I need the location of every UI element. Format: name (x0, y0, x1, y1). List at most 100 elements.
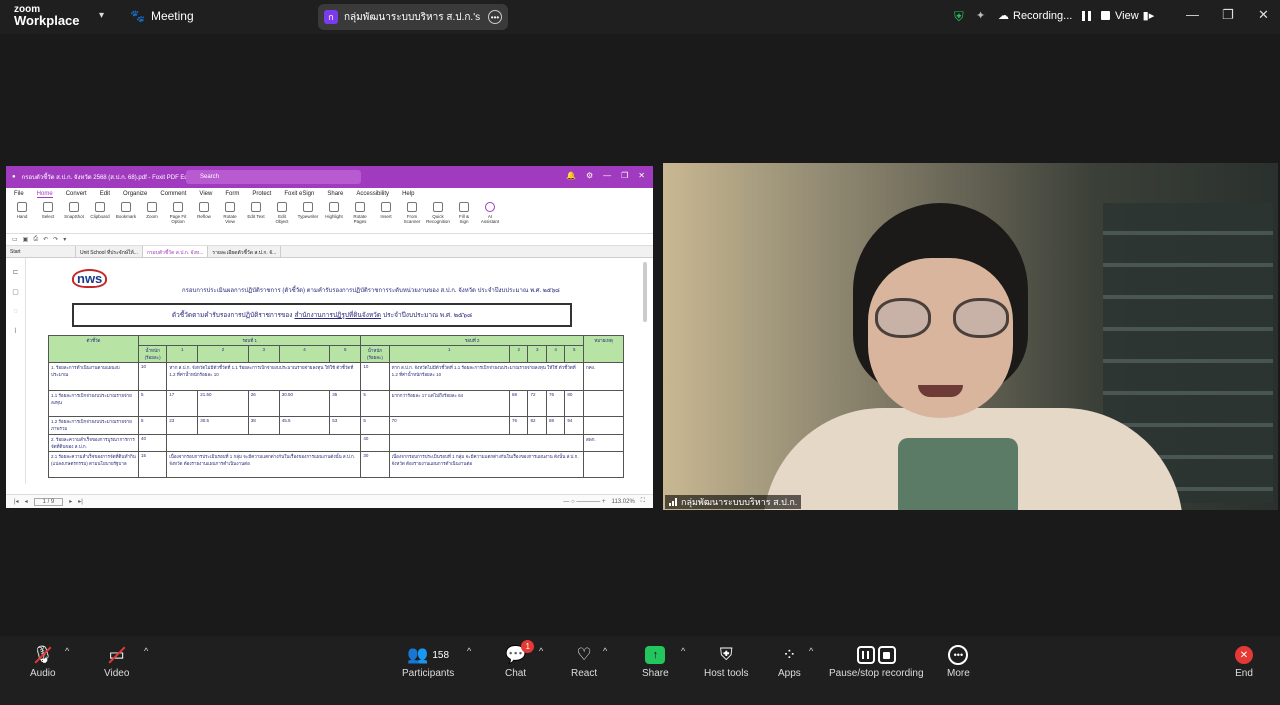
ribbon-snapshot[interactable]: SnapShot (64, 202, 84, 219)
menu-home[interactable]: Home (36, 191, 53, 198)
participants-options-caret[interactable]: ^ (467, 646, 471, 656)
chevron-down-icon[interactable]: ▾ (99, 10, 104, 21)
ribbon-rotate-view[interactable]: Rotate View (220, 202, 240, 224)
participants-button[interactable]: 👥 158 Participants (402, 642, 454, 679)
page-number-input[interactable]: 1 / 9 (33, 497, 64, 506)
audio-button[interactable]: 🎙 Audio (30, 642, 56, 679)
video-options-caret[interactable]: ^ (144, 646, 148, 656)
open-icon[interactable]: ▭ (12, 236, 18, 243)
ribbon-clipboard[interactable]: Clipboard (90, 202, 110, 219)
fullscreen-icon[interactable]: ⛶ (641, 498, 645, 505)
menu-form[interactable]: Form (225, 191, 239, 197)
save-icon[interactable]: ▣ (23, 236, 29, 243)
tab-indicator-details[interactable]: รายละเอียดตัวชี้วัด ส.ป.ก. จั... (208, 246, 282, 257)
ribbon-rotate-pages[interactable]: Rotate Pages (350, 202, 370, 224)
ribbon-bookmark[interactable]: Bookmark (116, 202, 136, 219)
settings-icon[interactable]: ⚙ (586, 171, 593, 180)
sparkle-icon[interactable]: ✦ (976, 9, 985, 22)
shared-screen[interactable]: ● กรอบตัวชี้วัด ส.ป.ก. จังหวัด 2568 (ส.ป… (6, 166, 653, 508)
ribbon-zoom[interactable]: Zoom (142, 202, 162, 219)
restore-icon[interactable]: ❐ (621, 171, 628, 180)
ribbon-quick-recognition[interactable]: Quick Recognition (426, 202, 450, 224)
end-button[interactable]: ✕ End (1235, 642, 1253, 679)
meeting-label: Meeting (150, 9, 194, 23)
menu-convert[interactable]: Convert (66, 191, 87, 197)
minimize-icon[interactable]: — (603, 171, 611, 180)
redo-icon[interactable]: ↷ (53, 236, 58, 243)
close-icon[interactable]: ✕ (638, 171, 645, 180)
customize-icon[interactable]: ▾ (63, 236, 66, 243)
tab-indicator-framework[interactable]: กรอบตัวชี้วัด ส.ป.ก. จังห... (142, 246, 209, 257)
react-button[interactable]: ♡ React (571, 642, 597, 679)
first-page-icon[interactable]: |◂ (14, 498, 19, 505)
maximize-icon[interactable]: ❐ (1222, 7, 1234, 23)
ribbon-page-fit[interactable]: Page Fit Option (168, 202, 188, 224)
menu-organize[interactable]: Organize (123, 191, 147, 197)
chat-options-caret[interactable]: ^ (539, 646, 543, 656)
apps-options-caret[interactable]: ^ (809, 646, 813, 656)
menu-help[interactable]: Help (402, 191, 414, 197)
minimize-icon[interactable]: — (1186, 7, 1199, 22)
menu-comment[interactable]: Comment (160, 191, 186, 197)
participants-icon: 👥 (407, 645, 429, 664)
menu-share[interactable]: Share (327, 191, 343, 197)
pause-icon[interactable] (1082, 10, 1092, 21)
ribbon-from-scanner[interactable]: From Scanner (402, 202, 422, 224)
menu-foxit-esign[interactable]: Foxit eSign (284, 191, 314, 197)
ribbon-insert[interactable]: Insert (376, 202, 396, 219)
zoom-workplace-logo[interactable]: zoom Workplace (14, 4, 80, 27)
pages-icon[interactable]: ▢ (12, 288, 19, 296)
ribbon-select[interactable]: Select (38, 202, 58, 219)
menu-protect[interactable]: Protect (252, 191, 271, 197)
share-options-caret[interactable]: ^ (681, 646, 685, 656)
next-page-icon[interactable]: ▸ (69, 498, 72, 505)
pdf-search-input[interactable]: Search (186, 170, 361, 184)
audio-options-caret[interactable]: ^ (65, 646, 69, 656)
more-options-icon[interactable]: ••• (488, 10, 502, 24)
ribbon-ai-assistant[interactable]: AI Assistant (480, 202, 500, 224)
video-button[interactable]: ▭ Video (104, 642, 129, 679)
attachment-icon[interactable]: ⌇ (14, 327, 17, 335)
close-icon[interactable]: ✕ (1258, 7, 1269, 23)
ribbon-hand[interactable]: Hand (12, 202, 32, 219)
view-menu[interactable]: View ▮▸ (1115, 9, 1154, 23)
menu-view[interactable]: View (199, 191, 212, 197)
recording-indicator[interactable]: ☁ Recording... (998, 9, 1111, 22)
chat-button[interactable]: 💬 1 Chat (505, 640, 535, 679)
participant-video[interactable] (663, 163, 1278, 510)
screen-share-indicator[interactable]: ก กลุ่มพัฒนาระบบบริหาร ส.ป.ก.'s screen •… (318, 4, 508, 30)
share-button[interactable]: ↑ Share (642, 642, 669, 679)
stop-icon[interactable] (1101, 11, 1111, 20)
bookmark-icon[interactable]: ⊏ (13, 268, 19, 276)
apps-button[interactable]: ⁘ Apps (778, 642, 801, 679)
meeting-menu[interactable]: 🐾 Meeting (130, 9, 194, 23)
pause-stop-recording-button[interactable]: Pause/stop recording (829, 642, 924, 679)
tab-unit-school[interactable]: Unit School ที่ประจักษ์ให้... (76, 246, 143, 257)
menu-file[interactable]: File (14, 191, 24, 197)
print-icon[interactable]: ⎙ (33, 236, 38, 243)
bell-icon[interactable]: 🔔 (566, 171, 576, 180)
shield-icon[interactable]: ⛨ (954, 9, 964, 25)
ribbon-edit-text[interactable]: Edit Text (246, 202, 266, 219)
ribbon-fill-sign[interactable]: Fill & Sign (454, 202, 474, 224)
ribbon-reflow[interactable]: Reflow (194, 202, 214, 219)
pdf-document-area[interactable]: ⊏ ▢ ◌ ⌇ nws กรอบการประเมินผลการปฏิบัติรา… (6, 258, 653, 484)
react-options-caret[interactable]: ^ (603, 646, 607, 656)
host-tools-button[interactable]: ⛨ Host tools (704, 642, 748, 679)
ribbon-edit-object[interactable]: Edit Object (272, 202, 292, 224)
participant-name-tag: กลุ่มพัฒนาระบบบริหาร ส.ป.ก. (665, 495, 802, 509)
zoom-slider[interactable]: — ○ ———— + (563, 499, 605, 505)
ribbon-highlight[interactable]: Highlight (324, 202, 344, 219)
prev-page-icon[interactable]: ◂ (25, 498, 28, 505)
ribbon-typewriter[interactable]: Typewriter (298, 202, 318, 219)
more-button[interactable]: ••• More (947, 642, 970, 679)
comments-icon[interactable]: ◌ (13, 308, 17, 315)
zoom-level[interactable]: 113.02% (612, 499, 635, 505)
tab-start[interactable]: Start (6, 246, 76, 257)
pdf-scrollbar[interactable] (643, 262, 647, 322)
undo-icon[interactable]: ↶ (43, 236, 48, 243)
menu-accessibility[interactable]: Accessibility (356, 191, 389, 197)
menu-edit[interactable]: Edit (100, 191, 110, 197)
last-page-icon[interactable]: ▸| (78, 498, 83, 505)
pdf-left-panel: ⊏ ▢ ◌ ⌇ (6, 258, 26, 484)
